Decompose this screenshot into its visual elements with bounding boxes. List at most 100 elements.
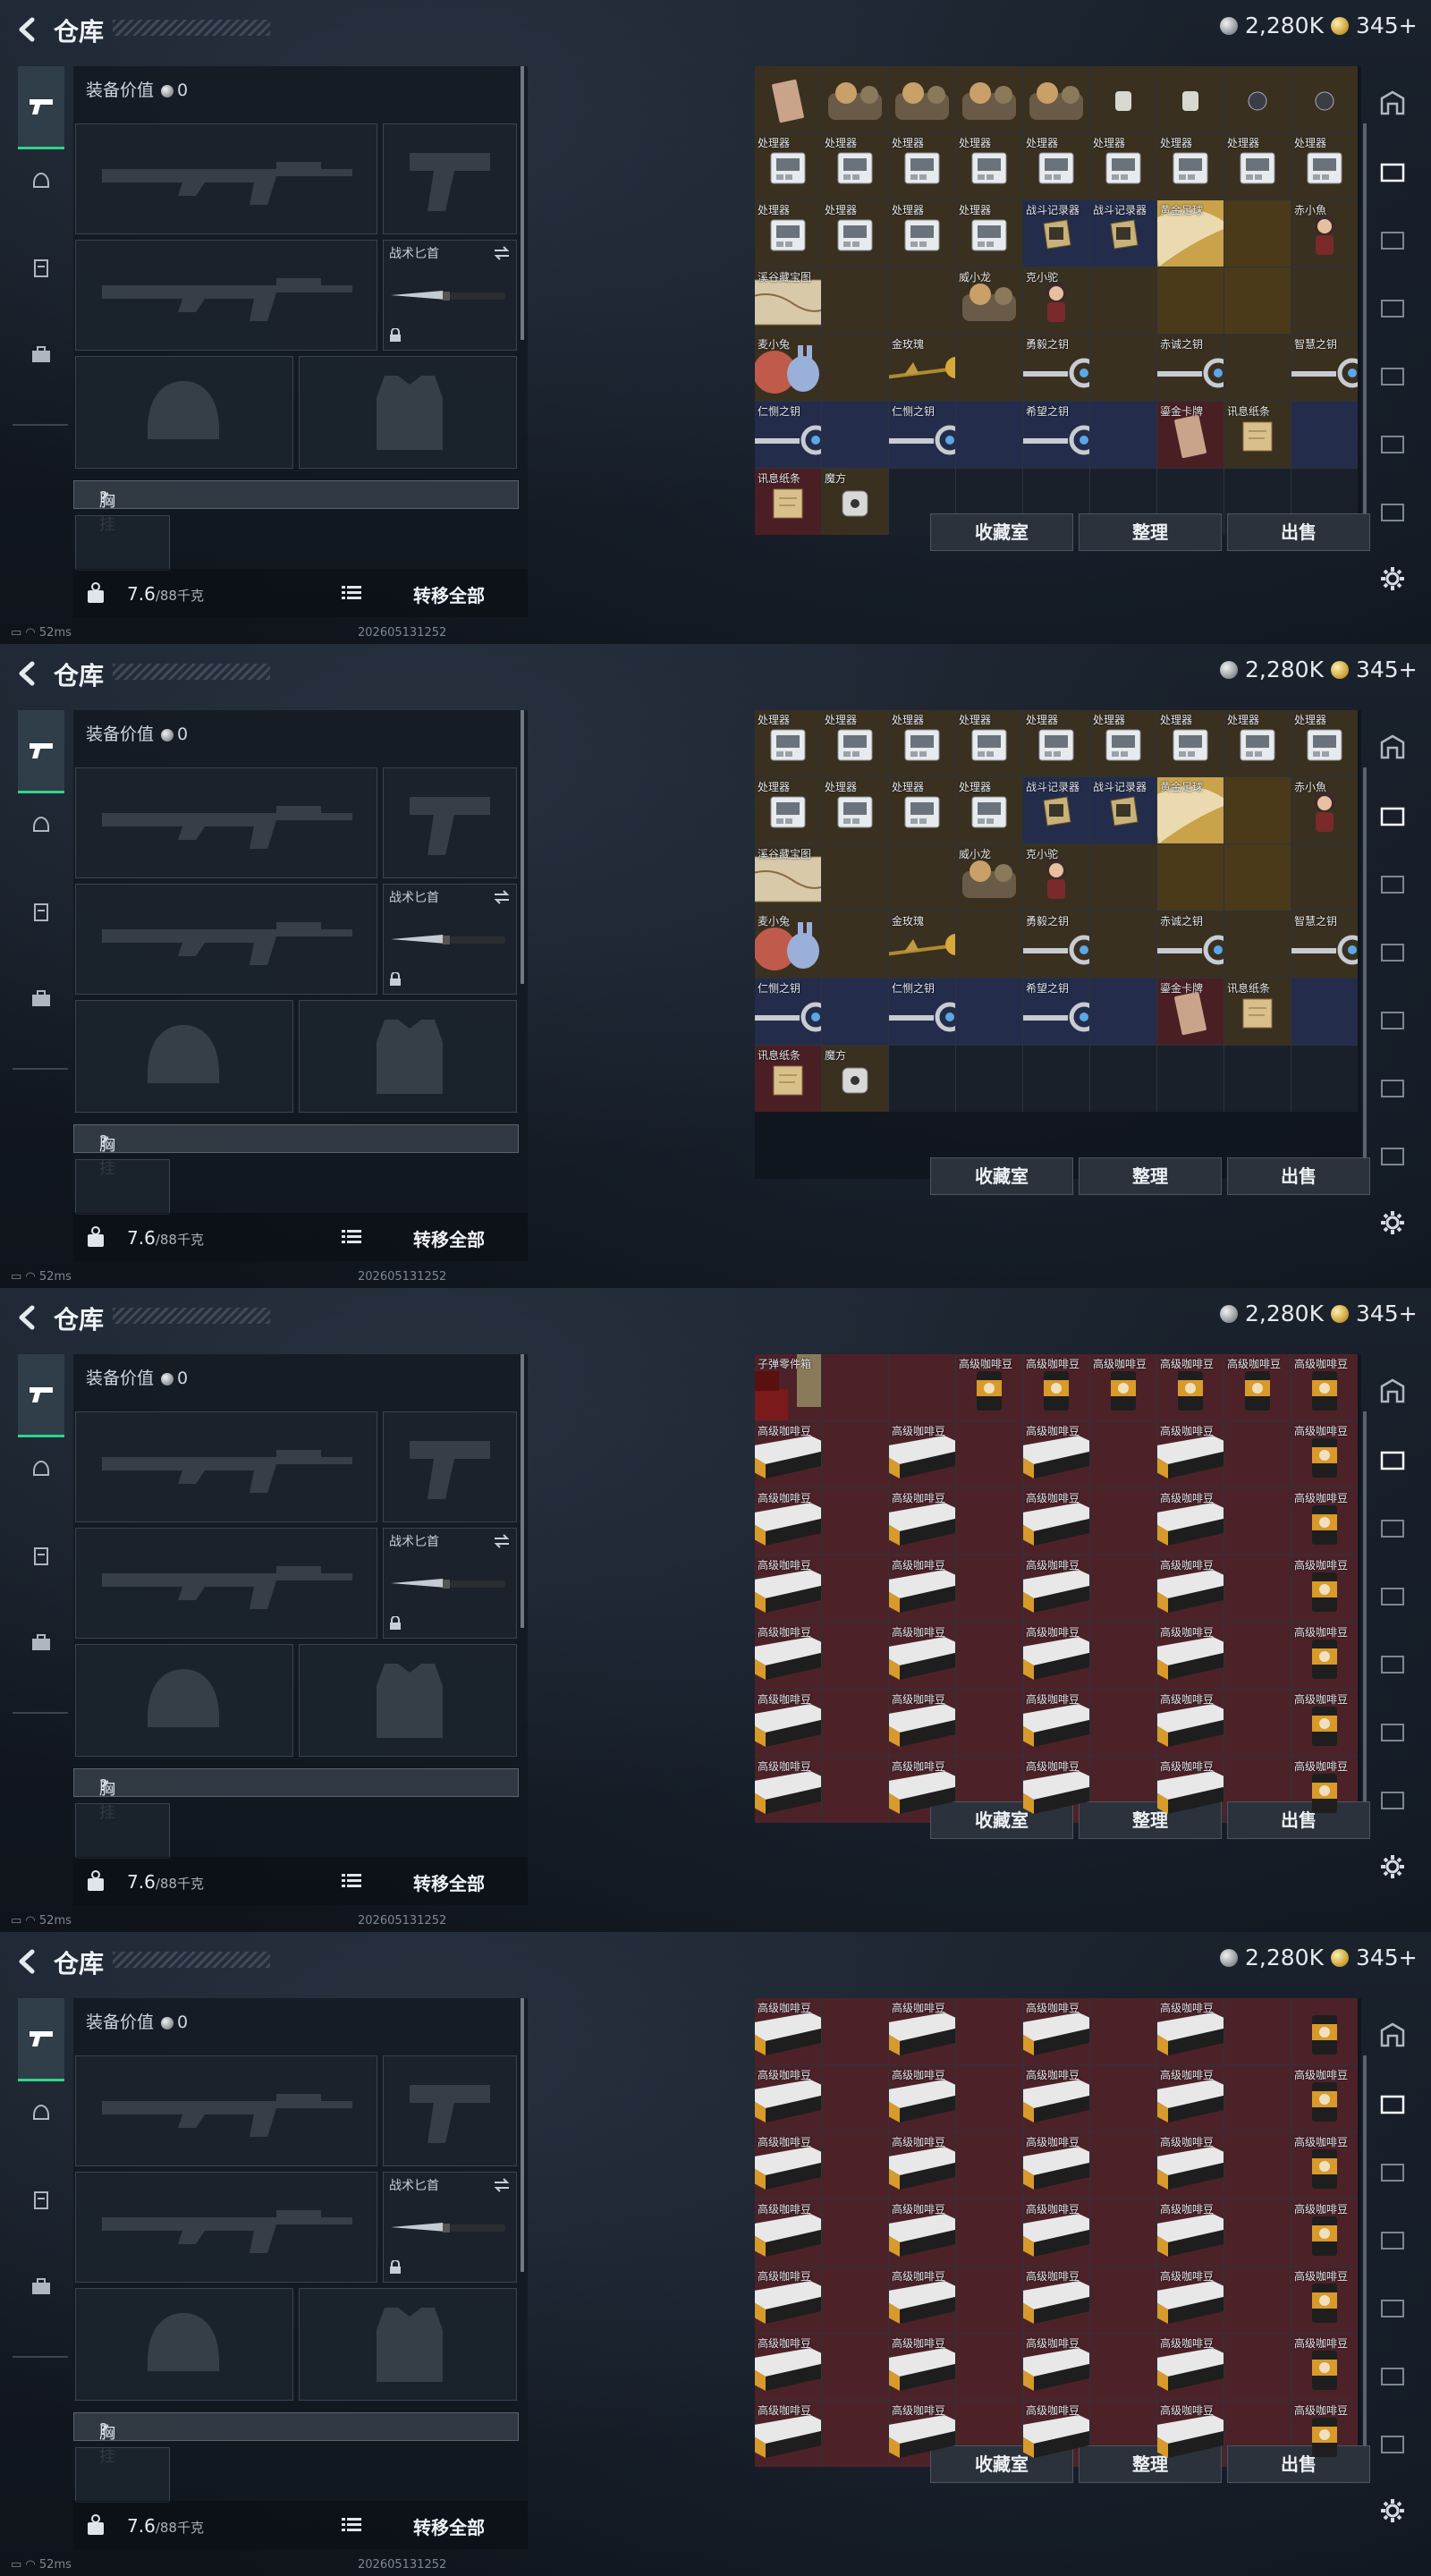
inventory-cell[interactable]: 高级咖啡豆 <box>755 2065 821 2131</box>
tab-backpack[interactable] <box>20 979 63 1018</box>
inventory-cell[interactable]: 仁恻之钥 <box>889 402 955 468</box>
inventory-cell[interactable]: 高级咖啡豆 <box>956 1354 1022 1420</box>
inventory-cell[interactable]: 鎏金卡牌 <box>1157 402 1224 468</box>
chest-rig-slot[interactable] <box>75 515 170 571</box>
inventory-cell[interactable]: 高级咖啡豆 <box>1291 1623 1358 1689</box>
chest-rig-header[interactable]: 胸挂 ? <box>73 1124 519 1178</box>
inventory-cell-empty[interactable] <box>822 335 888 401</box>
storage-tab-5-icon[interactable] <box>1379 361 1406 388</box>
inventory-cell[interactable]: 勇毅之钥 <box>1023 335 1089 401</box>
inventory-scrollbar[interactable] <box>1363 2055 1367 2467</box>
storage-tab-1-icon[interactable] <box>1379 89 1406 116</box>
inventory-cell[interactable]: 高级咖啡豆 <box>755 2334 821 2400</box>
storage-tab-4-icon[interactable] <box>1379 937 1406 964</box>
inventory-cell[interactable]: 处理器 <box>1157 710 1224 776</box>
inventory-cell[interactable]: 鎏金卡牌 <box>1157 979 1224 1045</box>
settings-gear-icon[interactable] <box>1379 565 1406 592</box>
inventory-cell-empty[interactable] <box>822 1354 888 1420</box>
inventory-cell[interactable]: 处理器 <box>755 777 821 843</box>
inventory-cell-empty[interactable] <box>755 66 821 132</box>
inventory-cell-empty[interactable] <box>1090 402 1156 468</box>
melee-slot[interactable]: 战术匕首 <box>383 884 517 995</box>
collection-room-button[interactable]: 收藏室 <box>930 1157 1073 1195</box>
transfer-all-button[interactable]: 转移全部 <box>413 1869 485 1895</box>
storage-tab-6-icon[interactable] <box>1379 429 1406 456</box>
inventory-cell-empty[interactable] <box>1090 2132 1156 2199</box>
inventory-cell[interactable]: 黄金足球 <box>1157 200 1224 267</box>
inventory-cell-empty[interactable] <box>822 979 888 1045</box>
chest-rig-help[interactable]: ? <box>99 1132 108 1151</box>
inventory-cell[interactable]: 金玫瑰 <box>889 335 955 401</box>
inventory-cell[interactable]: 战斗记录器 <box>1023 777 1089 843</box>
swap-icon[interactable] <box>493 246 511 260</box>
inventory-cell[interactable]: 处理器 <box>956 710 1022 776</box>
inventory-cell-empty[interactable] <box>822 2199 888 2266</box>
inventory-cell[interactable]: 高级咖啡豆 <box>1291 2267 1358 2333</box>
inventory-cell-empty[interactable] <box>1090 1623 1156 1689</box>
inventory-cell-empty[interactable] <box>956 335 1022 401</box>
secondary-weapon-slot[interactable] <box>383 2055 517 2166</box>
inventory-cell[interactable]: 处理器 <box>755 133 821 199</box>
inventory-cell-empty[interactable] <box>822 2267 888 2333</box>
inventory-cell[interactable]: 高级咖啡豆 <box>755 1998 821 2064</box>
inventory-cell[interactable]: 高级咖啡豆 <box>1157 2267 1224 2333</box>
settings-gear-icon[interactable] <box>1379 1209 1406 1236</box>
inventory-cell[interactable]: 克小驼 <box>1023 844 1089 911</box>
inventory-cell-empty[interactable] <box>889 1046 955 1112</box>
inventory-cell[interactable]: 溪谷藏宝图 <box>755 844 821 911</box>
inventory-cell[interactable]: 高级咖啡豆 <box>755 2132 821 2199</box>
inventory-cell-empty[interactable] <box>1291 267 1358 334</box>
tab-backpack[interactable] <box>20 1623 63 1662</box>
tab-backpack[interactable] <box>20 335 63 374</box>
inventory-cell-empty[interactable] <box>822 66 888 132</box>
inventory-cell-empty[interactable] <box>1090 335 1156 401</box>
inventory-cell[interactable]: 高级咖啡豆 <box>1023 1555 1089 1622</box>
inventory-cell-empty[interactable] <box>956 1555 1022 1622</box>
inventory-cell-empty[interactable] <box>1224 2065 1291 2131</box>
gold-currency[interactable]: 345+ <box>1331 1945 1418 1970</box>
inventory-cell[interactable]: 高级咖啡豆 <box>1023 1488 1089 1555</box>
collection-room-button[interactable]: 收藏室 <box>930 513 1073 551</box>
transfer-all-button[interactable]: 转移全部 <box>413 2513 485 2539</box>
helmet-slot[interactable] <box>75 1000 293 1113</box>
inventory-cell[interactable]: 子弹零件箱 <box>755 1354 821 1420</box>
equipment-scrollbar[interactable] <box>521 710 524 984</box>
swap-icon[interactable] <box>493 2178 511 2192</box>
inventory-cell-empty[interactable] <box>956 1488 1022 1555</box>
inventory-cell[interactable]: 高级咖啡豆 <box>1023 2065 1089 2131</box>
inventory-cell-empty[interactable] <box>956 1690 1022 1756</box>
storage-tab-2-icon[interactable] <box>1379 801 1406 828</box>
settings-gear-icon[interactable] <box>1379 1853 1406 1880</box>
inventory-cell[interactable]: 高级咖啡豆 <box>889 2132 955 2199</box>
inventory-cell[interactable]: 高级咖啡豆 <box>1291 2132 1358 2199</box>
inventory-cell[interactable]: 讯息纸条 <box>1224 402 1291 468</box>
chest-rig-help[interactable]: ? <box>99 1776 108 1795</box>
storage-tab-1-icon[interactable] <box>1379 733 1406 760</box>
inventory-cell-empty[interactable] <box>1291 1998 1358 2064</box>
inventory-cell-empty[interactable] <box>822 1998 888 2064</box>
inventory-scrollbar[interactable] <box>1363 1411 1367 1823</box>
rifle-slot-2[interactable] <box>75 884 377 995</box>
inventory-cell[interactable]: 高级咖啡豆 <box>1023 2334 1089 2400</box>
storage-tab-5-icon[interactable] <box>1379 1649 1406 1676</box>
storage-tab-4-icon[interactable] <box>1379 293 1406 320</box>
inventory-cell-empty[interactable] <box>1291 844 1358 911</box>
chest-rig-slot[interactable] <box>75 1159 170 1215</box>
inventory-cell[interactable]: 高级咖啡豆 <box>1157 2401 1224 2467</box>
gold-currency[interactable]: 345+ <box>1331 657 1418 682</box>
inventory-cell[interactable]: 智慧之钥 <box>1291 335 1358 401</box>
inventory-cell[interactable]: 处理器 <box>1224 710 1291 776</box>
inventory-cell[interactable]: 处理器 <box>1291 133 1358 199</box>
list-icon[interactable] <box>342 2517 361 2533</box>
transfer-all-button[interactable]: 转移全部 <box>413 581 485 607</box>
inventory-cell[interactable]: 处理器 <box>1224 133 1291 199</box>
chest-rig-help[interactable]: ? <box>99 2420 108 2439</box>
inventory-cell[interactable]: 处理器 <box>956 777 1022 843</box>
inventory-cell[interactable]: 麦小兔 <box>755 911 821 978</box>
inventory-cell-empty[interactable] <box>956 2199 1022 2266</box>
inventory-cell[interactable]: 处理器 <box>889 133 955 199</box>
inventory-cell[interactable]: 高级咖啡豆 <box>889 1623 955 1689</box>
inventory-cell-empty[interactable] <box>822 844 888 911</box>
inventory-cell[interactable]: 处理器 <box>1090 710 1156 776</box>
inventory-cell[interactable]: 高级咖啡豆 <box>889 2267 955 2333</box>
